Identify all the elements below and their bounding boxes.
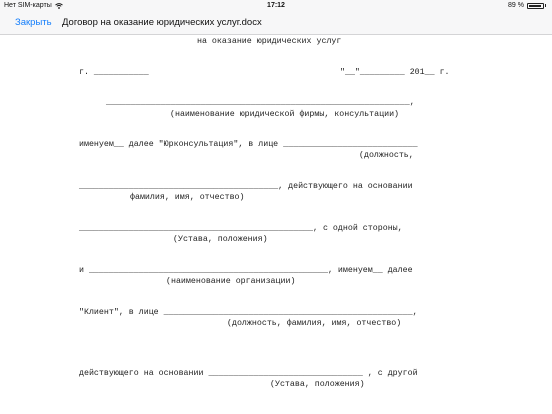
doc-line-position-hint: (должность, xyxy=(359,151,414,160)
battery-tip xyxy=(545,4,546,7)
status-bar: Нет SIM-карты 17:12 89 % xyxy=(0,0,552,12)
status-right: 89 % xyxy=(508,2,546,9)
battery-icon xyxy=(527,2,544,9)
doc-line-acting-basis: ________________________________________… xyxy=(79,182,413,191)
close-button[interactable]: Закрыть xyxy=(15,17,52,28)
doc-line-named-consult: именуем__ далее "Юрконсультация", в лице… xyxy=(79,140,418,149)
doc-line-charter-hint: (Устава, положения) xyxy=(173,235,268,244)
doc-line-client: "Клиент", в лице _______________________… xyxy=(79,308,418,317)
doc-line-organization: и ______________________________________… xyxy=(79,266,413,275)
battery-level xyxy=(529,4,541,7)
battery-percent: 89 % xyxy=(508,2,524,9)
doc-line-name-hint: фамилия, имя, отчество) xyxy=(130,193,245,202)
status-time: 17:12 xyxy=(267,2,285,9)
doc-line-client-hint: (должность, фамилия, имя, отчество) xyxy=(227,319,402,328)
doc-line-charter-hint-2: (Устава, положения) xyxy=(270,380,365,389)
doc-line-subtitle: на оказание юридических услуг xyxy=(197,37,342,46)
doc-line-org-hint: (наименование организации) xyxy=(166,277,296,286)
doc-line-firm-blank: ________________________________________… xyxy=(106,98,415,107)
document-title: Договор на оказание юридических услуг.do… xyxy=(62,17,262,28)
doc-line-one-side: ________________________________________… xyxy=(79,224,403,233)
document-view[interactable]: на оказание юридических услуг г. _______… xyxy=(0,35,552,414)
doc-line-other-side: действующего на основании ______________… xyxy=(79,369,418,378)
doc-line-firm-hint: (наименование юридической фирмы, консуль… xyxy=(170,110,400,119)
navigation-bar: Закрыть Договор на оказание юридических … xyxy=(0,12,552,35)
doc-line-date: "__"_________ 201__ г. xyxy=(340,68,450,77)
doc-line-city: г. ___________ xyxy=(79,68,149,77)
